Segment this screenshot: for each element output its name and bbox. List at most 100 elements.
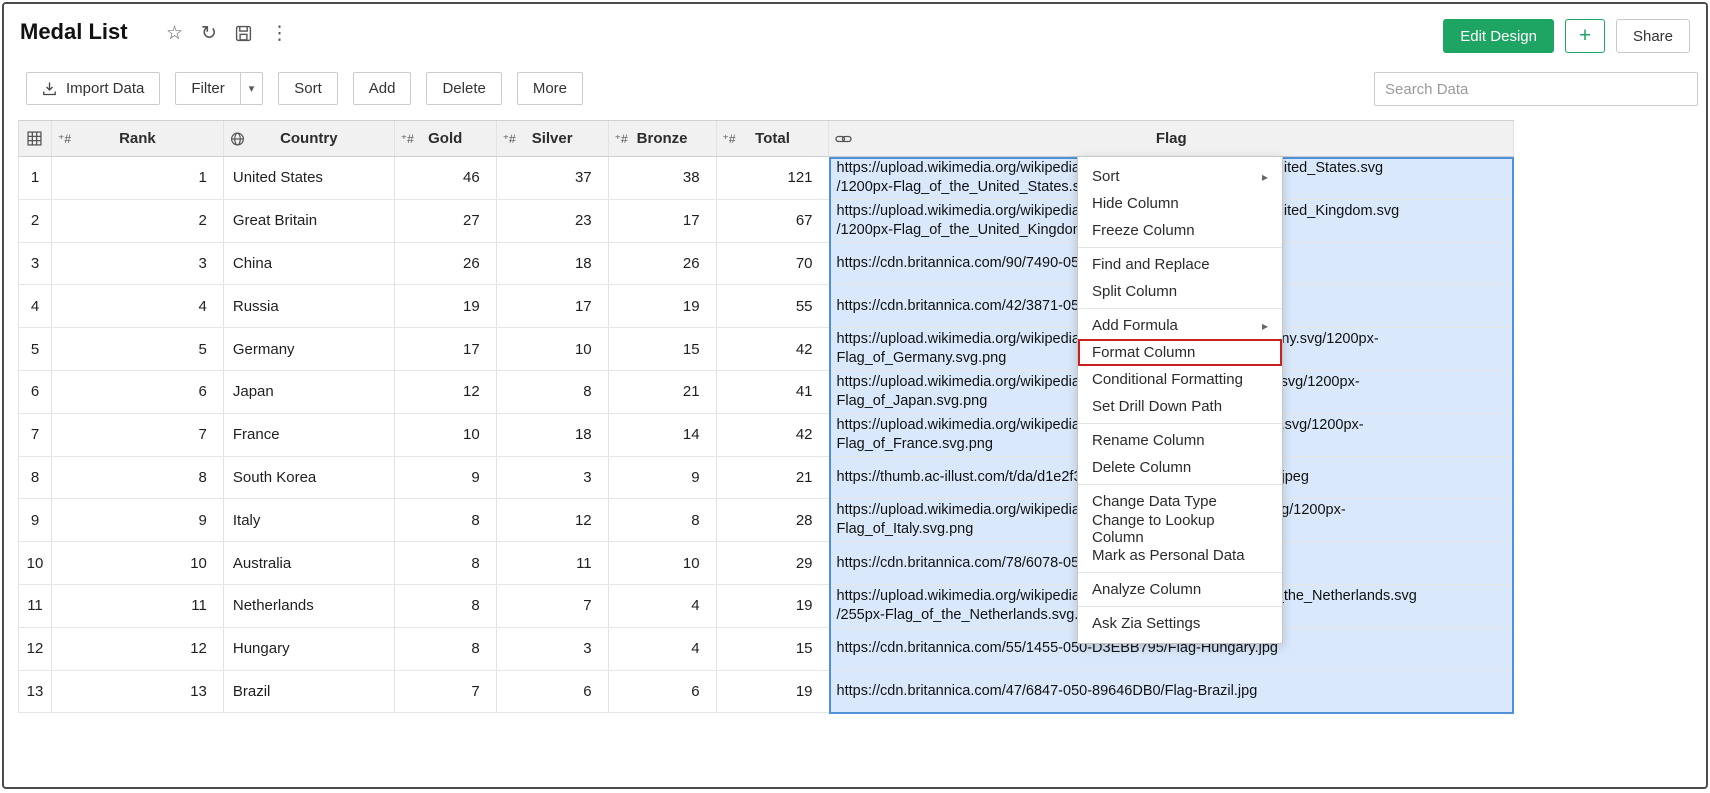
silver-cell[interactable]: 23 [497,200,609,242]
column-header-total[interactable]: ⁺#Total [717,121,830,156]
rank-cell[interactable]: 6 [52,371,224,413]
menu-item-hide-column[interactable]: Hide Column [1078,190,1282,217]
gold-cell[interactable]: 8 [395,542,497,584]
edit-design-button[interactable]: Edit Design [1443,19,1554,53]
total-cell[interactable]: 41 [717,371,830,413]
menu-item-conditional-formatting[interactable]: Conditional Formatting [1078,366,1282,393]
country-cell[interactable]: Netherlands [224,585,395,627]
column-header-silver[interactable]: ⁺#Silver [497,121,609,156]
filter-dropdown-button[interactable]: ▾ [241,72,264,105]
bronze-cell[interactable]: 17 [609,200,717,242]
column-header-country[interactable]: Country [224,121,395,156]
silver-cell[interactable]: 7 [497,585,609,627]
total-cell[interactable]: 29 [717,542,830,584]
menu-item-sort[interactable]: Sort▸ [1078,163,1282,190]
flag-cell[interactable]: https://cdn.britannica.com/47/6847-050-8… [830,671,1515,713]
country-cell[interactable]: South Korea [224,457,395,499]
rank-cell[interactable]: 4 [52,285,224,327]
bronze-cell[interactable]: 14 [609,414,717,456]
bronze-cell[interactable]: 26 [609,243,717,285]
bronze-cell[interactable]: 9 [609,457,717,499]
total-cell[interactable]: 19 [717,671,830,713]
silver-cell[interactable]: 37 [497,157,609,199]
gold-cell[interactable]: 27 [395,200,497,242]
sort-button[interactable]: Sort [278,72,338,105]
silver-cell[interactable]: 8 [497,371,609,413]
bronze-cell[interactable]: 15 [609,328,717,370]
silver-cell[interactable]: 17 [497,285,609,327]
bronze-cell[interactable]: 4 [609,628,717,670]
column-header-bronze[interactable]: ⁺#Bronze [609,121,717,156]
gold-cell[interactable]: 17 [395,328,497,370]
bronze-cell[interactable]: 6 [609,671,717,713]
share-button[interactable]: Share [1616,19,1690,53]
row-number[interactable]: 10 [19,542,52,584]
total-cell[interactable]: 55 [717,285,830,327]
total-cell[interactable]: 121 [717,157,830,199]
row-number[interactable]: 13 [19,671,52,713]
add-button[interactable]: + [1565,19,1605,53]
rank-cell[interactable]: 12 [52,628,224,670]
column-header-rownum[interactable] [19,121,52,156]
add-row-button[interactable]: Add [353,72,412,105]
rank-cell[interactable]: 13 [52,671,224,713]
row-number[interactable]: 3 [19,243,52,285]
menu-item-freeze-column[interactable]: Freeze Column [1078,217,1282,244]
row-number[interactable]: 5 [19,328,52,370]
silver-cell[interactable]: 18 [497,414,609,456]
row-number[interactable]: 8 [19,457,52,499]
menu-item-ask-zia-settings[interactable]: Ask Zia Settings [1078,610,1282,637]
rank-cell[interactable]: 7 [52,414,224,456]
total-cell[interactable]: 70 [717,243,830,285]
gold-cell[interactable]: 46 [395,157,497,199]
country-cell[interactable]: Japan [224,371,395,413]
row-number[interactable]: 4 [19,285,52,327]
total-cell[interactable]: 21 [717,457,830,499]
country-cell[interactable]: Germany [224,328,395,370]
menu-item-delete-column[interactable]: Delete Column [1078,454,1282,481]
country-cell[interactable]: Brazil [224,671,395,713]
country-cell[interactable]: China [224,243,395,285]
rank-cell[interactable]: 5 [52,328,224,370]
bronze-cell[interactable]: 38 [609,157,717,199]
column-header-flag[interactable]: Flag [829,121,1514,156]
silver-cell[interactable]: 11 [497,542,609,584]
silver-cell[interactable]: 12 [497,499,609,541]
gold-cell[interactable]: 8 [395,628,497,670]
total-cell[interactable]: 19 [717,585,830,627]
total-cell[interactable]: 42 [717,328,830,370]
country-cell[interactable]: Hungary [224,628,395,670]
row-number[interactable]: 7 [19,414,52,456]
gold-cell[interactable]: 19 [395,285,497,327]
refresh-icon[interactable]: ↻ [201,24,217,43]
delete-button[interactable]: Delete [426,72,501,105]
country-cell[interactable]: Australia [224,542,395,584]
total-cell[interactable]: 42 [717,414,830,456]
silver-cell[interactable]: 10 [497,328,609,370]
country-cell[interactable]: United States [224,157,395,199]
country-cell[interactable]: Russia [224,285,395,327]
more-button[interactable]: More [517,72,583,105]
rank-cell[interactable]: 9 [52,499,224,541]
rank-cell[interactable]: 2 [52,200,224,242]
gold-cell[interactable]: 8 [395,499,497,541]
silver-cell[interactable]: 3 [497,457,609,499]
rank-cell[interactable]: 8 [52,457,224,499]
menu-item-change-to-lookup-column[interactable]: Change to Lookup Column [1078,515,1282,542]
import-data-button[interactable]: Import Data [26,72,160,105]
rank-cell[interactable]: 3 [52,243,224,285]
silver-cell[interactable]: 6 [497,671,609,713]
row-number[interactable]: 2 [19,200,52,242]
bronze-cell[interactable]: 8 [609,499,717,541]
total-cell[interactable]: 15 [717,628,830,670]
gold-cell[interactable]: 10 [395,414,497,456]
menu-item-format-column[interactable]: Format Column [1078,339,1282,366]
bronze-cell[interactable]: 19 [609,285,717,327]
country-cell[interactable]: Italy [224,499,395,541]
gold-cell[interactable]: 8 [395,585,497,627]
menu-item-set-drill-down-path[interactable]: Set Drill Down Path [1078,393,1282,420]
column-header-rank[interactable]: ⁺#Rank [52,121,224,156]
country-cell[interactable]: France [224,414,395,456]
menu-item-split-column[interactable]: Split Column [1078,278,1282,305]
bronze-cell[interactable]: 10 [609,542,717,584]
